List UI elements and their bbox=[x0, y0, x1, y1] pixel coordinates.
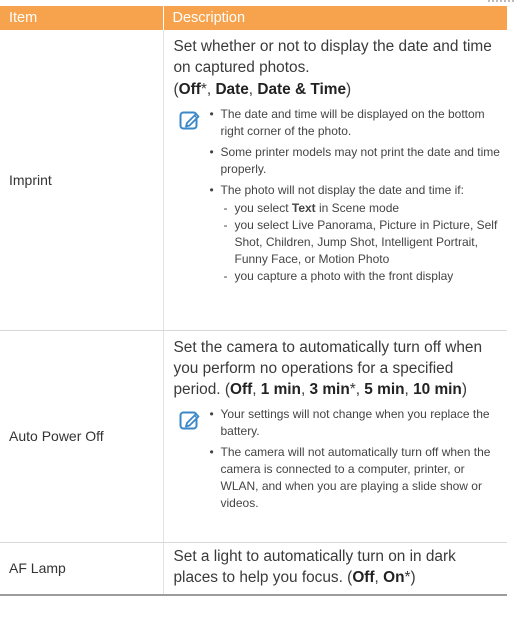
imprint-note: The date and time will be displayed on t… bbox=[174, 106, 502, 285]
list-item: The camera will not automatically turn o… bbox=[208, 444, 502, 512]
desc-af-lamp: Set a light to automatically turn on in … bbox=[162, 542, 507, 596]
option-off: Off bbox=[352, 568, 375, 586]
list-item: Your settings will not change when you r… bbox=[208, 406, 502, 440]
page: Item Description Imprint Set whether or … bbox=[0, 0, 514, 628]
option-3-min: 3 min bbox=[309, 380, 350, 398]
option-off: Off bbox=[178, 81, 201, 98]
desc-imprint: Set whether or not to display the date a… bbox=[162, 30, 507, 331]
option-5-min: 5 min bbox=[364, 380, 405, 398]
sub-item: you select Text in Scene mode bbox=[221, 200, 502, 217]
table-row-auto-power-off: Auto Power Off Set the camera to automat… bbox=[0, 330, 507, 543]
note-pencil-icon bbox=[179, 111, 199, 130]
imprint-options: (Off*, Date, Date & Time) bbox=[173, 81, 352, 98]
note-pencil-icon bbox=[179, 411, 199, 429]
settings-table: Item Description Imprint Set whether or … bbox=[0, 6, 507, 596]
option-date: Date bbox=[215, 81, 249, 98]
option-off: Off bbox=[229, 380, 253, 398]
page-edge-mark bbox=[488, 0, 514, 2]
desc-auto-power-off: Set the camera to automatically turn off… bbox=[162, 330, 507, 543]
header-item: Item bbox=[0, 6, 163, 30]
item-auto-power-off: Auto Power Off bbox=[0, 330, 163, 543]
item-af-lamp: AF Lamp bbox=[0, 542, 163, 596]
option-on: On bbox=[383, 568, 405, 586]
option-1-min: 1 min bbox=[260, 380, 301, 398]
item-imprint: Imprint bbox=[0, 30, 163, 331]
list-item: The photo will not display the date and … bbox=[208, 182, 502, 285]
imprint-text: Set whether or not to display the date a… bbox=[173, 38, 492, 76]
imprint-sub-list: you select Text in Scene mode you select… bbox=[221, 200, 502, 285]
af-lamp-description: Set a light to automatically turn on in … bbox=[173, 547, 456, 586]
list-item: The date and time will be displayed on t… bbox=[208, 106, 502, 140]
table-row-af-lamp: AF Lamp Set a light to automatically tur… bbox=[0, 542, 507, 596]
option-10-min: 10 min bbox=[413, 380, 462, 398]
sub-item: you capture a photo with the front displ… bbox=[221, 268, 502, 285]
list-item: Some printer models may not print the da… bbox=[208, 144, 502, 178]
auto-power-off-description: Set the camera to automatically turn off… bbox=[173, 338, 483, 398]
auto-power-off-note-list: Your settings will not change when you r… bbox=[208, 406, 502, 512]
header-description: Description bbox=[162, 6, 507, 30]
imprint-description: Set whether or not to display the date a… bbox=[174, 36, 502, 100]
option-date-time: Date & Time bbox=[257, 81, 347, 98]
table-header-row: Item Description bbox=[0, 6, 507, 30]
auto-power-off-note: Your settings will not change when you r… bbox=[174, 406, 502, 512]
imprint-note-list: The date and time will be displayed on t… bbox=[208, 106, 502, 285]
sub-item: you select Live Panorama, Picture in Pic… bbox=[221, 217, 502, 268]
table-row-imprint: Imprint Set whether or not to display th… bbox=[0, 30, 507, 331]
